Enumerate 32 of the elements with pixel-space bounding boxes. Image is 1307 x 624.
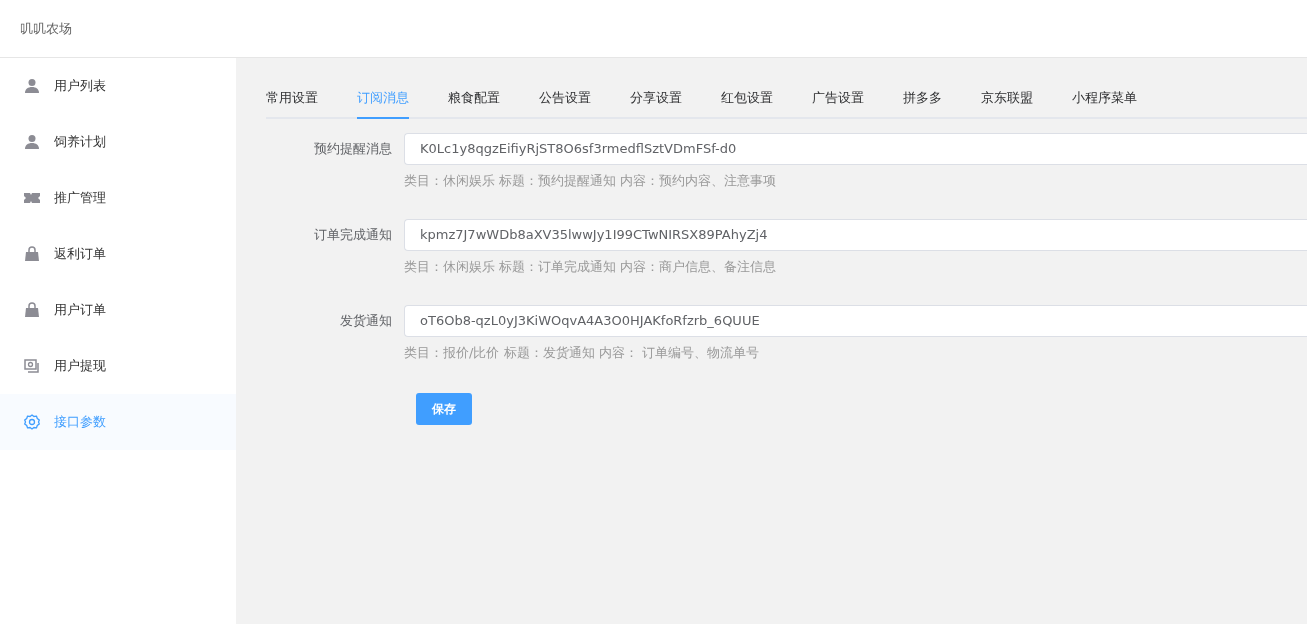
tab[interactable]: 分享设置 [630,80,682,119]
tab[interactable]: 广告设置 [812,80,864,119]
field-label: 发货通知 [339,311,393,330]
tab[interactable]: 红包设置 [721,80,773,119]
sidebar-item[interactable]: 用户订单 [0,282,236,338]
sidebar-item[interactable]: 返利订单 [0,226,236,282]
person-icon [24,134,40,150]
sidebar-item[interactable]: 用户提现 [0,338,236,394]
person-icon [24,78,40,94]
field-label: 订单完成通知 [313,225,393,244]
input-field[interactable]: oT6Ob8-qzL0yJ3KiWOqvA4A3O0HJAKfoRfzrb_6QUUE [404,304,1307,337]
tab[interactable]: 京东联盟 [981,80,1033,119]
ticket-icon [24,190,40,206]
sidebar-item[interactable]: 推广管理 [0,170,236,226]
bag-icon [24,302,40,318]
app-title: 叽叽农场 [20,19,72,38]
tab[interactable]: 常用设置 [266,80,318,119]
tab[interactable]: 拼多多 [903,80,942,119]
field-hint: 类目：报价/比价 标题：发货通知 内容： 订单编号、物流单号 [404,343,760,362]
field-hint: 类目：休闲娱乐 标题：订单完成通知 内容：商户信息、备注信息 [404,257,778,276]
input-field[interactable]: kpmz7J7wWDb8aXV35lwwJy1I99CTwNIRSX89PAhyZj4 [404,218,1307,251]
tab[interactable]: 公告设置 [539,80,591,119]
settings-icon [24,414,40,430]
bag-icon [24,246,40,262]
sidebar-item[interactable]: 饲养计划 [0,114,236,170]
tab[interactable]: 粮食配置 [448,80,500,119]
money-icon [24,358,40,374]
field-hint: 类目：休闲娱乐 标题：预约提醒通知 内容：预约内容、注意事项 [404,171,778,190]
input-field[interactable]: K0Lc1y8qgzEifiyRjST8O6sf3rmedflSztVDmFSf-d0 [404,132,1307,165]
sidebar-item[interactable]: 用户列表 [0,58,236,114]
tab[interactable]: 小程序菜单 [1072,80,1137,119]
field-label: 预约提醒消息 [313,139,393,158]
